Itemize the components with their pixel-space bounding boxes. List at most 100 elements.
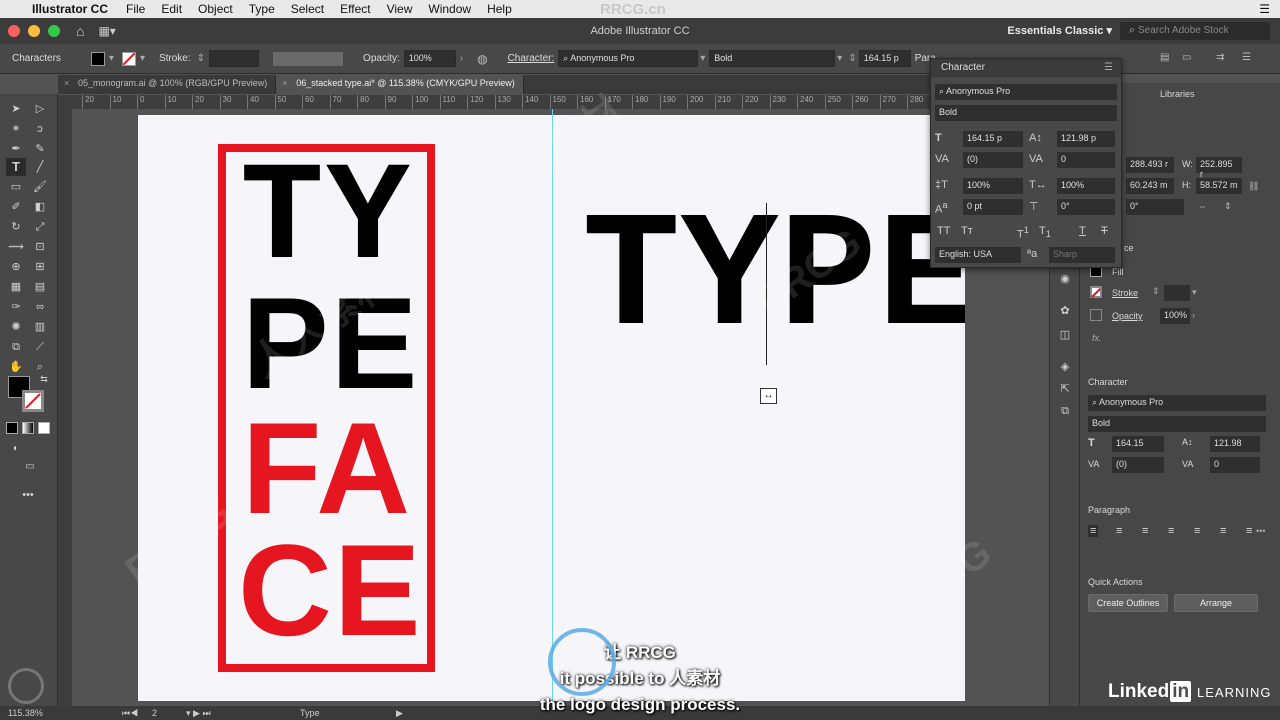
hand-tool-icon[interactable]: ✋: [6, 358, 26, 376]
stroke-weight-field[interactable]: [209, 50, 260, 67]
horizontal-scale-field[interactable]: 100%: [1057, 178, 1115, 194]
stroke-color-box[interactable]: [22, 390, 44, 412]
transform-icon[interactable]: ▭: [1182, 52, 1191, 63]
artboard-nav-first-icon[interactable]: ⏮◀: [122, 708, 138, 719]
font-style-field[interactable]: Bold: [1088, 416, 1266, 432]
none-mode-icon[interactable]: [38, 422, 50, 434]
font-family-field[interactable]: ⌕ Anonymous Pro: [1088, 395, 1266, 411]
artboard-nav-next-icon[interactable]: ▾ ▶ ⏭: [186, 708, 211, 719]
artboards-panel-icon[interactable]: ⧉: [1055, 402, 1075, 420]
screen-mode-icon[interactable]: ▭: [20, 458, 40, 476]
menu-help[interactable]: Help: [479, 2, 520, 16]
artboard-number[interactable]: 2: [152, 708, 157, 718]
symbol-sprayer-icon[interactable]: ✺: [6, 318, 26, 336]
panel-menu-icon[interactable]: ☰: [1242, 52, 1251, 63]
character-rotation-field[interactable]: 0°: [1057, 199, 1115, 215]
strikethrough-icon[interactable]: T: [1101, 225, 1108, 237]
close-icon[interactable]: ×: [64, 78, 69, 88]
menu-edit[interactable]: Edit: [153, 2, 190, 16]
color-mode-icon[interactable]: [6, 422, 18, 434]
justify-left-icon[interactable]: ≡: [1168, 525, 1174, 537]
menu-type[interactable]: Type: [241, 2, 283, 16]
flip-horizontal-icon[interactable]: ⇔: [1198, 201, 1207, 211]
perspective-grid-icon[interactable]: ⊞: [30, 258, 50, 276]
chevron-down-icon[interactable]: ▾: [700, 53, 705, 64]
tab-document-1[interactable]: × 05_monogram.ai @ 100% (RGB/GPU Preview): [58, 75, 277, 94]
create-outlines-button[interactable]: Create Outlines: [1088, 594, 1168, 612]
chevron-down-icon[interactable]: ▾: [837, 53, 842, 64]
character-label[interactable]: Character:: [508, 53, 555, 64]
stroke-label[interactable]: Stroke: [1112, 288, 1138, 298]
opacity-field[interactable]: 100%: [1160, 308, 1190, 324]
menu-window[interactable]: Window: [420, 2, 479, 16]
justify-all-icon[interactable]: ≡: [1246, 525, 1252, 537]
vertical-scale-field[interactable]: 100%: [963, 178, 1023, 194]
horizontal-ruler[interactable]: 20 10 0 10 20 30 40 50 60 70 80 90 100 110 120 130 140 15…: [74, 95, 930, 109]
fx-icon[interactable]: fx.: [1092, 333, 1102, 343]
stacked-word-ce[interactable]: CE: [238, 525, 423, 655]
vertical-ruler[interactable]: [58, 109, 72, 706]
variable-width-profile[interactable]: [273, 51, 344, 66]
mesh-tool-icon[interactable]: ▦: [6, 278, 26, 296]
paintbrush-icon[interactable]: 🖌: [30, 178, 50, 196]
free-transform-icon[interactable]: ⊡: [30, 238, 50, 256]
language-select[interactable]: English: USA: [935, 247, 1021, 263]
font-size-field[interactable]: 164.15: [1112, 436, 1164, 452]
zoom-level[interactable]: 115.38%: [8, 708, 43, 718]
list-icon[interactable]: ☰: [1259, 2, 1270, 16]
blend-tool-icon[interactable]: ∞: [30, 298, 50, 316]
height-field[interactable]: 58.572 m: [1196, 178, 1242, 194]
font-family-field[interactable]: ⌕ Anonymous Pro: [935, 84, 1117, 100]
eyedropper-icon[interactable]: ✑: [6, 298, 26, 316]
color-panel-icon[interactable]: ◉: [1055, 270, 1075, 288]
brushes-panel-icon[interactable]: ✿: [1055, 302, 1075, 320]
subscript-icon[interactable]: T1: [1039, 225, 1051, 239]
stacked-word-fa[interactable]: FA: [242, 403, 412, 533]
stacked-word-pe[interactable]: PE: [242, 278, 419, 408]
width-field[interactable]: 252.895 r: [1196, 157, 1242, 179]
menu-file[interactable]: File: [118, 2, 153, 16]
stepper-icon[interactable]: ⇕: [197, 53, 205, 64]
arrange-button[interactable]: Arrange: [1174, 594, 1258, 612]
zoom-window-button[interactable]: [48, 25, 60, 37]
opacity-field[interactable]: 100%: [403, 50, 456, 67]
font-style-field[interactable]: Bold: [935, 105, 1117, 121]
align-icon[interactable]: ▤: [1160, 52, 1169, 63]
leading-field[interactable]: 121.98 p: [1057, 131, 1115, 147]
align-right-icon[interactable]: ≡: [1142, 525, 1148, 537]
scale-tool-icon[interactable]: ⤢: [30, 218, 50, 236]
tab-document-2[interactable]: × 06_stacked type.ai* @ 115.38% (CMYK/GPU…: [276, 75, 524, 94]
tracking-field[interactable]: 0: [1057, 152, 1115, 168]
column-graph-icon[interactable]: ▥: [30, 318, 50, 336]
all-caps-icon[interactable]: TT: [937, 225, 950, 237]
draw-mode-icon[interactable]: ◐: [6, 440, 26, 458]
kerning-field[interactable]: (0): [963, 152, 1023, 168]
stroke-swatch[interactable]: [1090, 286, 1102, 298]
font-size-field[interactable]: 164.15 p: [858, 50, 911, 67]
menu-view[interactable]: View: [379, 2, 421, 16]
chevron-down-icon[interactable]: ▾: [1192, 287, 1197, 298]
workspace-switcher[interactable]: Essentials Classic ▾: [1007, 24, 1112, 37]
eraser-icon[interactable]: ◧: [30, 198, 50, 216]
menu-effect[interactable]: Effect: [332, 2, 378, 16]
gradient-mode-icon[interactable]: [22, 422, 34, 434]
lasso-icon[interactable]: ↄ: [30, 120, 50, 138]
menu-select[interactable]: Select: [283, 2, 332, 16]
font-family-field[interactable]: ⌕ Anonymous Pro: [558, 50, 699, 67]
swap-colors-icon[interactable]: ⇆: [34, 370, 54, 388]
more-tools-icon[interactable]: •••: [18, 486, 38, 504]
magic-wand-icon[interactable]: ✶: [6, 120, 26, 138]
font-size-field[interactable]: 164.15 p: [963, 131, 1023, 147]
justify-center-icon[interactable]: ≡: [1194, 525, 1200, 537]
recolor-icon[interactable]: ◍: [477, 52, 487, 66]
rotate-tool-icon[interactable]: ↻: [6, 218, 26, 236]
menu-app-name[interactable]: Illustrator CC: [26, 2, 118, 16]
close-window-button[interactable]: [8, 25, 20, 37]
stroke-weight-field[interactable]: [1164, 285, 1190, 301]
gradient-tool-icon[interactable]: ▤: [30, 278, 50, 296]
justify-right-icon[interactable]: ≡: [1220, 525, 1226, 537]
superscript-icon[interactable]: T1: [1017, 225, 1029, 241]
stacked-word-ty[interactable]: TY: [240, 151, 412, 291]
panel-menu-icon[interactable]: ☰: [1104, 62, 1113, 73]
underline-icon[interactable]: T: [1079, 225, 1086, 237]
